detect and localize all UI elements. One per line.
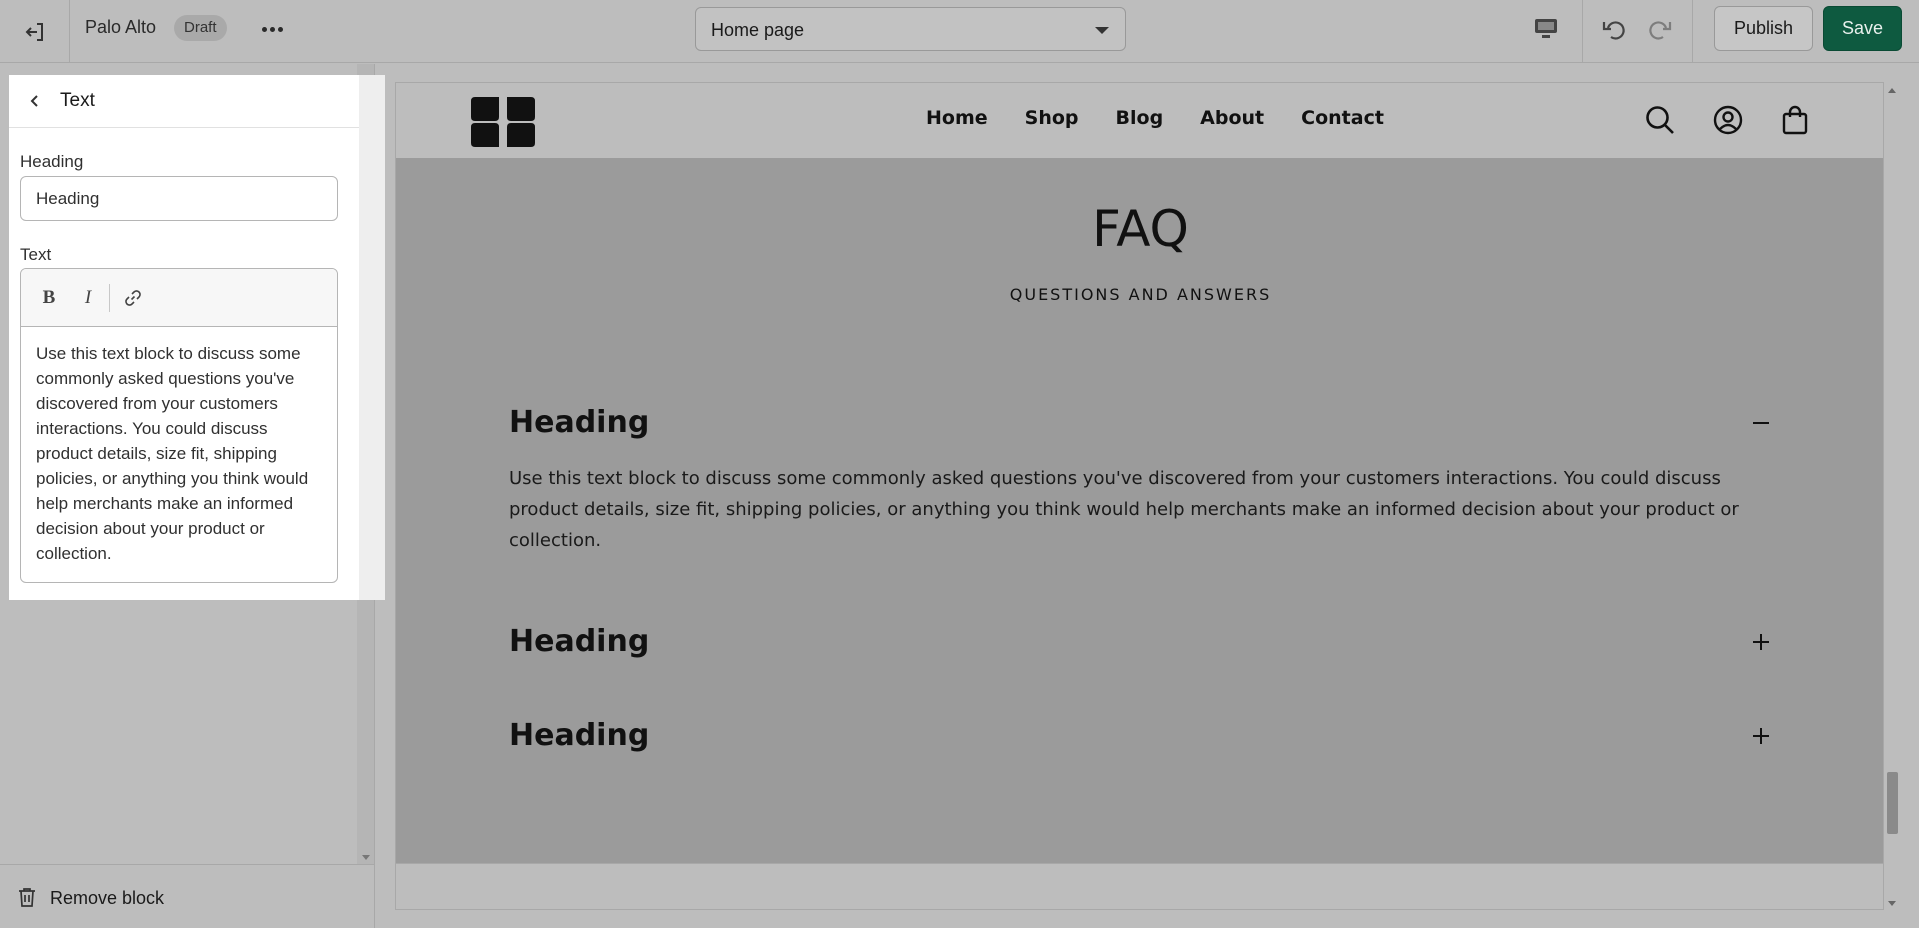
redo-icon <box>1649 21 1672 40</box>
device-preview-button[interactable] <box>1529 13 1563 45</box>
editor-content[interactable]: Use this text block to discuss some comm… <box>21 327 337 580</box>
page-selector[interactable]: Home page <box>695 7 1126 51</box>
faq-subtitle: QUESTIONS AND ANSWERS <box>1009 285 1272 304</box>
cart-button[interactable] <box>1779 104 1811 136</box>
nav-link-blog[interactable]: Blog <box>1116 107 1164 129</box>
divider <box>1582 0 1583 63</box>
faq-title: FAQ <box>1092 200 1189 258</box>
faq-item-heading[interactable]: Heading <box>509 718 649 753</box>
panel-edge <box>359 75 385 600</box>
publish-button[interactable]: Publish <box>1714 6 1813 51</box>
faq-item-heading[interactable]: Heading <box>509 624 649 659</box>
link-icon <box>125 290 141 306</box>
nav-link-contact[interactable]: Contact <box>1301 107 1384 129</box>
more-actions-button[interactable] <box>257 16 287 42</box>
panel-header: Text <box>9 75 359 128</box>
undo-button[interactable] <box>1597 12 1631 46</box>
exit-button[interactable] <box>0 0 70 63</box>
scroll-up-arrow-icon[interactable] <box>1888 88 1896 93</box>
plus-icon[interactable] <box>1751 632 1771 652</box>
main-nav: Home Shop Blog About Contact <box>926 107 1421 129</box>
block-settings-panel: Text Heading Text B I Use this text bloc… <box>9 75 385 600</box>
save-button[interactable]: Save <box>1823 6 1902 51</box>
rich-text-editor[interactable]: B I Use this text block to discuss some … <box>20 268 338 583</box>
site-header: Home Shop Blog About Contact <box>396 83 1883 158</box>
nav-link-about[interactable]: About <box>1200 107 1264 129</box>
chevron-left-icon <box>30 95 38 107</box>
account-button[interactable] <box>1712 104 1744 136</box>
scroll-down-arrow-icon[interactable] <box>1888 901 1896 906</box>
toolbar-divider <box>109 284 110 312</box>
link-button[interactable] <box>120 285 146 311</box>
next-section[interactable] <box>396 863 1883 909</box>
shopping-bag-icon <box>1782 105 1808 135</box>
remove-block-button[interactable]: Remove block <box>0 864 375 928</box>
store-name: Palo Alto <box>85 17 157 37</box>
text-field-label: Text <box>20 245 52 264</box>
page-selector-value: Home page <box>711 20 805 40</box>
account-icon <box>1713 105 1743 135</box>
scroll-down-arrow-icon[interactable] <box>362 855 370 860</box>
panel-title: Text <box>60 90 95 111</box>
bold-button[interactable]: B <box>36 285 62 311</box>
faq-item-body: Use this text block to discuss some comm… <box>509 468 1739 551</box>
heading-field[interactable] <box>20 176 338 221</box>
undo-icon <box>1602 21 1625 40</box>
minus-icon[interactable] <box>1751 413 1771 433</box>
dot-icon <box>261 26 267 32</box>
dot-icon <box>269 26 275 32</box>
editor-toolbar: B I <box>21 269 337 327</box>
heading-field-label: Heading <box>20 152 84 171</box>
exit-icon <box>25 22 43 41</box>
editor-sidebar: Text Heading Text B I Use this text bloc… <box>0 64 385 928</box>
plus-icon[interactable] <box>1751 726 1771 746</box>
trash-icon <box>19 888 35 907</box>
faq-section[interactable]: FAQ QUESTIONS AND ANSWERS Heading Use th… <box>396 158 1883 863</box>
store-preview: Home Shop Blog About Contact FAQ QUESTIO… <box>395 82 1884 910</box>
scrollbar-thumb[interactable] <box>1887 772 1898 834</box>
divider <box>1692 0 1693 63</box>
status-badge: Draft <box>174 15 227 41</box>
preview-scrollbar[interactable] <box>1884 82 1901 910</box>
top-bar: Palo Alto Draft Home page Publish Save <box>0 0 1919 63</box>
back-button[interactable] <box>23 89 47 113</box>
search-button[interactable] <box>1644 104 1676 136</box>
desktop-icon <box>1535 19 1557 38</box>
remove-block-label: Remove block <box>50 888 165 908</box>
italic-button[interactable]: I <box>75 285 101 311</box>
dot-icon <box>277 26 283 32</box>
store-logo[interactable] <box>471 97 535 147</box>
caret-down-icon <box>1095 27 1109 34</box>
nav-link-shop[interactable]: Shop <box>1025 107 1079 129</box>
nav-link-home[interactable]: Home <box>926 107 988 129</box>
redo-button[interactable] <box>1643 12 1677 46</box>
search-icon <box>1646 106 1674 134</box>
faq-item-heading[interactable]: Heading <box>509 405 649 440</box>
